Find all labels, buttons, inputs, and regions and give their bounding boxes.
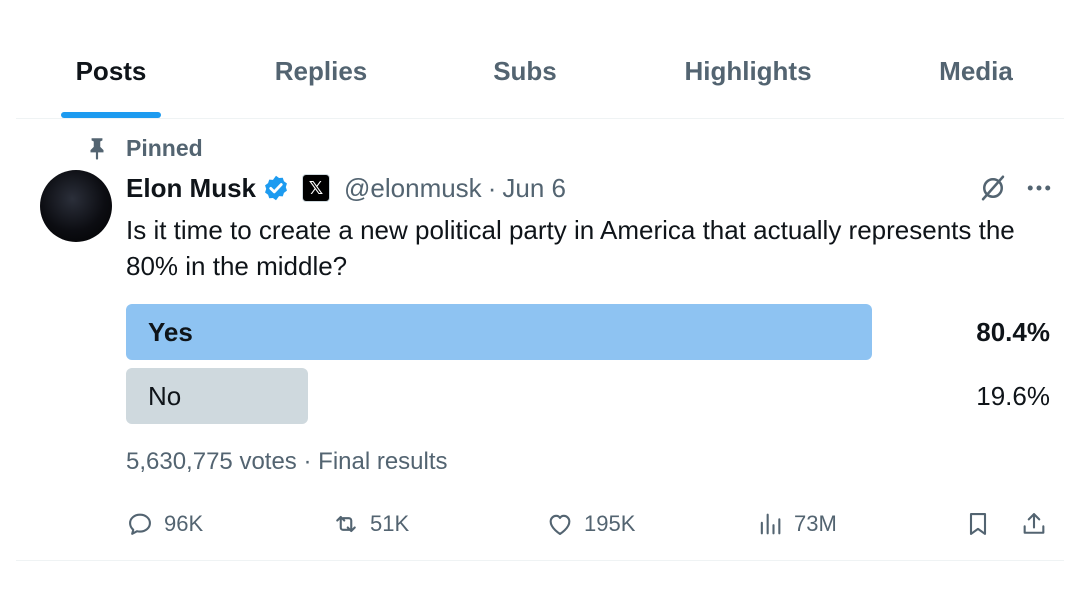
verified-icon[interactable] — [262, 174, 290, 202]
poll-option-percent: 19.6% — [976, 381, 1050, 411]
pin-icon — [90, 138, 104, 160]
repost-icon — [336, 515, 356, 533]
share-button[interactable] — [1020, 504, 1048, 544]
affiliate-badge[interactable]: 𝕏 — [302, 174, 331, 202]
profile-tabs: Posts Replies Subs Highlights Media — [16, 38, 1064, 119]
reply-count: 96K — [164, 511, 204, 536]
author-name[interactable]: Elon Musk — [126, 173, 256, 204]
views-count: 73M — [794, 511, 837, 536]
author-handle[interactable]: @elonmusk — [344, 173, 482, 204]
share-icon — [1023, 513, 1045, 534]
tab-replies-label: Replies — [274, 56, 368, 86]
poll-option-no: No 19.6% — [126, 368, 1054, 426]
post-date[interactable]: Jun 6 — [502, 173, 566, 204]
post-divider — [16, 560, 1064, 561]
tab-posts-label: Posts — [75, 56, 147, 86]
tab-subs-label: Subs — [493, 56, 557, 86]
repost-button[interactable]: 51K — [332, 504, 409, 544]
tab-media[interactable]: Media — [926, 54, 1026, 118]
views-icon — [760, 513, 781, 535]
poll-status: Final results — [318, 448, 448, 475]
post-header: Elon Musk 𝕏 @elonmusk · Jun 6 — [126, 170, 1054, 206]
like-button[interactable]: 195K — [546, 504, 635, 544]
poll-meta: 5,630,775 votes · Final results — [126, 448, 448, 476]
tab-replies[interactable]: Replies — [256, 54, 386, 118]
tab-highlights[interactable]: Highlights — [668, 54, 828, 118]
tab-posts[interactable]: Posts — [46, 54, 176, 118]
post-text: Is it time to create a new political par… — [126, 215, 1015, 281]
pinned-indicator: Pinned — [84, 132, 203, 164]
grok-icon[interactable] — [978, 173, 1008, 203]
repost-count: 51K — [370, 511, 410, 536]
header-actions — [978, 170, 1054, 206]
poll: Yes 80.4% No 19.6% — [126, 304, 1054, 432]
pinned-post[interactable]: Pinned Elon Musk 𝕏 @elonmusk · Jun 6 Is … — [0, 118, 1080, 560]
separator-dot: · — [303, 448, 312, 475]
tab-highlights-label: Highlights — [684, 56, 812, 86]
like-icon — [549, 514, 571, 535]
tab-subs[interactable]: Subs — [466, 54, 584, 118]
tab-media-label: Media — [939, 56, 1013, 86]
views-button[interactable]: 73M — [756, 504, 837, 544]
more-icon[interactable] — [1024, 173, 1054, 203]
bookmark-button[interactable] — [964, 504, 992, 544]
avatar[interactable] — [40, 170, 112, 242]
poll-option-label: No — [148, 381, 182, 411]
separator-dot: · — [487, 172, 497, 203]
post-actions: 96K 51K 195K 73M — [126, 504, 1054, 544]
reply-button[interactable]: 96K — [126, 504, 203, 544]
pinned-label: Pinned — [126, 134, 203, 161]
poll-option-yes: Yes 80.4% — [126, 304, 1054, 362]
poll-option-percent: 80.4% — [976, 317, 1050, 347]
poll-option-label: Yes — [148, 317, 193, 347]
reply-icon — [129, 513, 151, 535]
poll-bar-yes — [126, 304, 872, 360]
poll-votes: 5,630,775 votes — [126, 448, 297, 475]
like-count: 195K — [584, 511, 636, 536]
bookmark-icon — [969, 513, 987, 535]
